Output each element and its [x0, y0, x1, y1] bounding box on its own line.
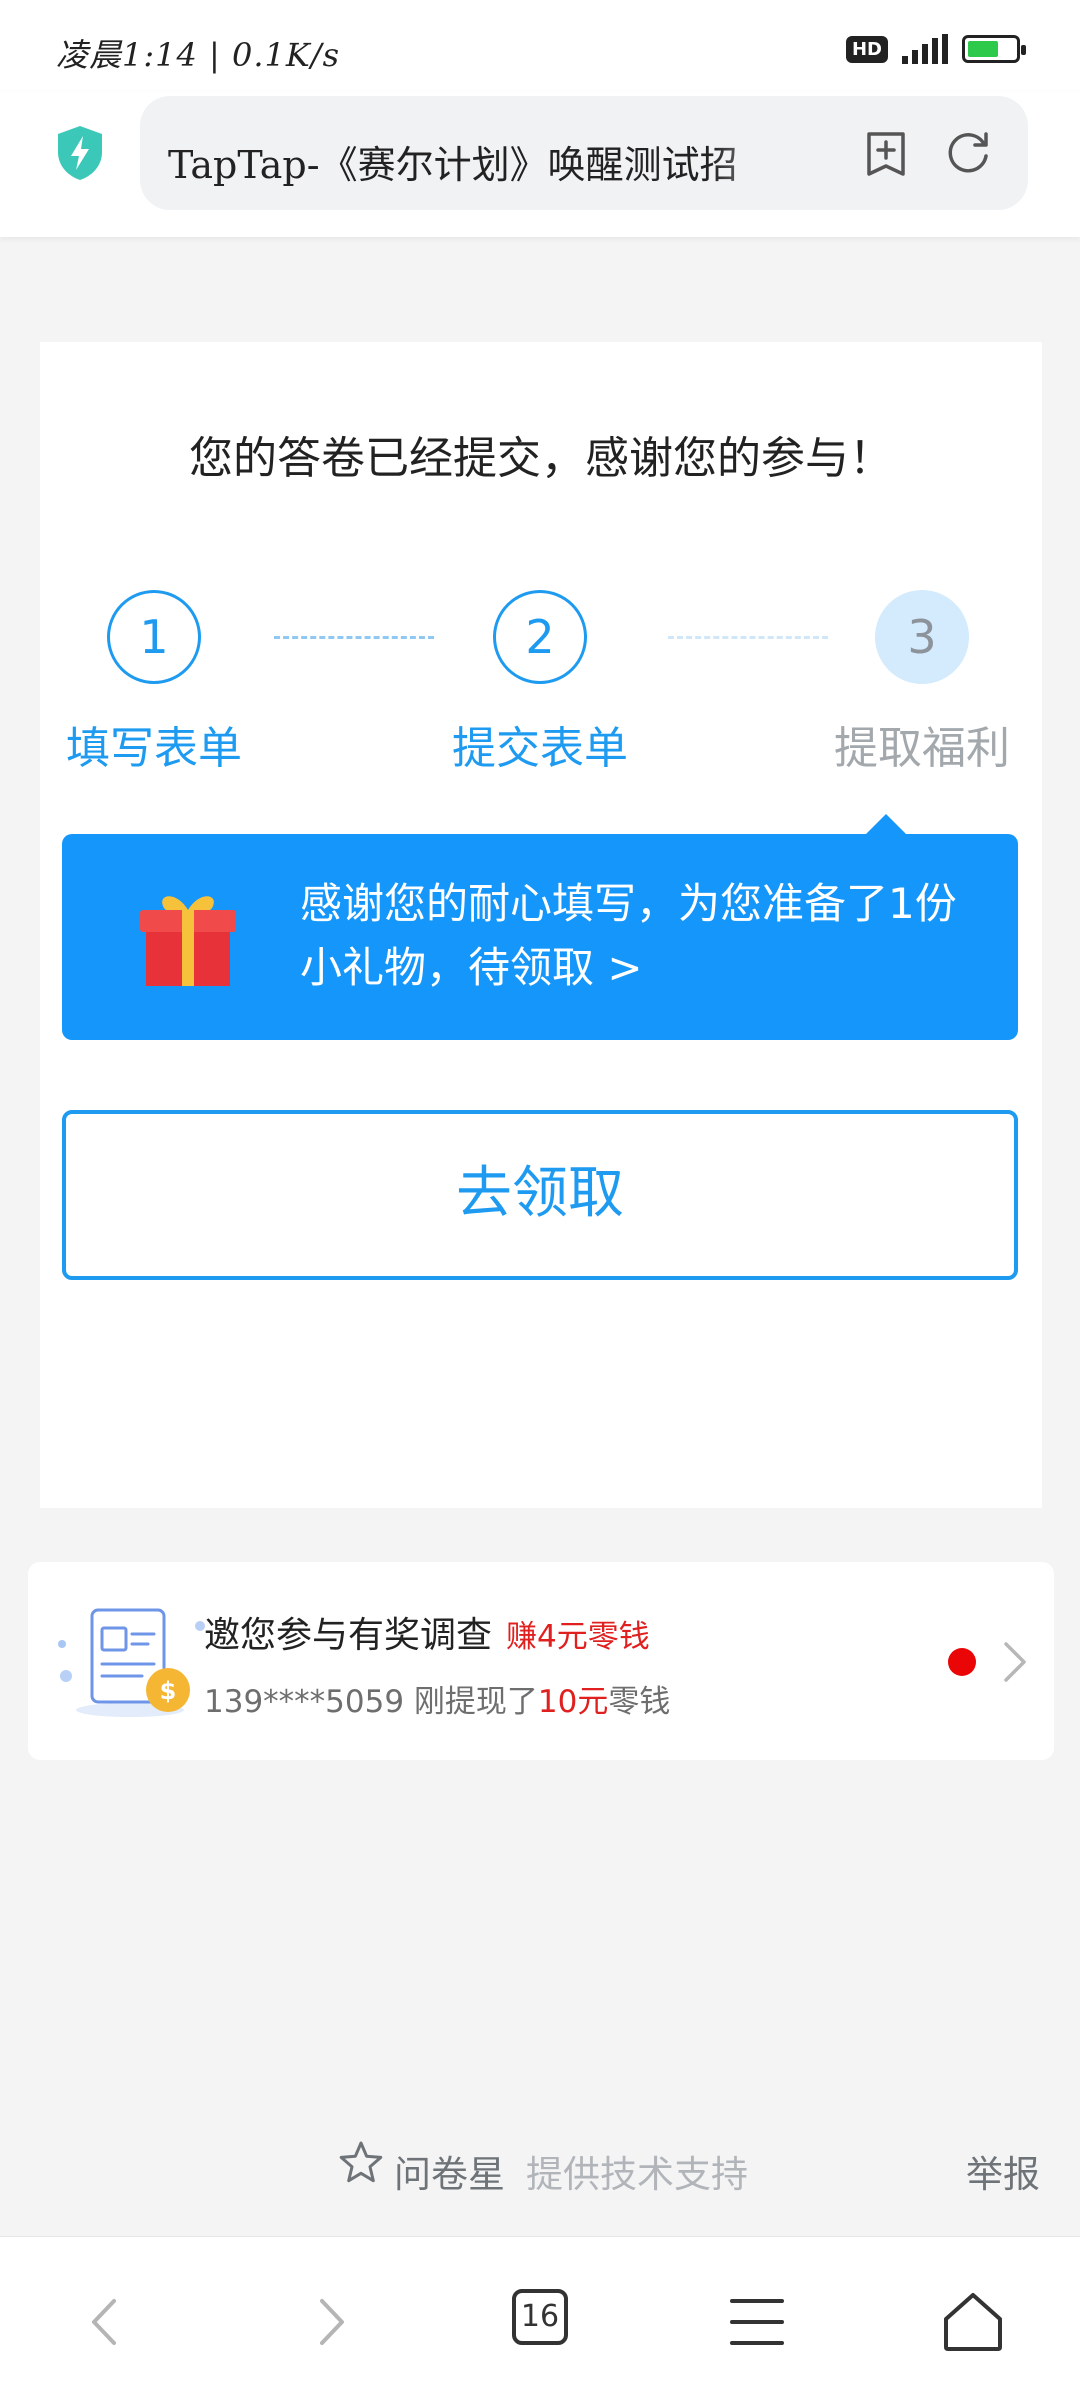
thanks-message: 您的答卷已经提交，感谢您的参与！ — [189, 433, 893, 484]
gift-icon — [140, 896, 236, 986]
step-submit-form: 2 提交表单 — [440, 590, 640, 776]
step-number: 3 — [875, 590, 969, 684]
status-bar: 凌晨1:14 | 0.1K/s HD — [0, 0, 1080, 92]
survey-title-text: 邀您参与有奖调查 — [204, 1615, 493, 1656]
report-link[interactable]: 举报 — [966, 2144, 1040, 2198]
chevron-right-icon[interactable] — [1000, 1640, 1030, 1684]
page-title[interactable]: TapTap-《赛尔计划》唤醒测试招 — [168, 134, 808, 189]
survey-document-icon: $ — [58, 1608, 205, 1717]
status-time: 凌晨1:14 | 0.1K/s — [56, 36, 340, 74]
step-label: 填写表单 — [66, 723, 242, 774]
earn-tag: 赚4元零钱 — [506, 1619, 650, 1655]
address-bar[interactable]: TapTap-《赛尔计划》唤醒测试招 — [140, 96, 1028, 210]
gift-message[interactable]: 感谢您的耐心填写，为您准备了1份小礼物，待领取 > — [300, 872, 990, 1000]
brand-link[interactable]: 问卷星 — [394, 2144, 505, 2198]
step-fill-form: 1 填写表单 — [54, 590, 254, 776]
home-icon[interactable] — [938, 2287, 1008, 2357]
notification-dot — [948, 1648, 976, 1676]
signal-icon — [902, 34, 948, 64]
step-claim-reward: 3 提取福利 — [822, 590, 1022, 776]
svg-text:$: $ — [160, 1677, 177, 1705]
star-icon — [339, 2141, 383, 2183]
step-number: 2 — [493, 590, 587, 684]
shield-icon[interactable] — [54, 124, 106, 182]
menu-icon[interactable] — [722, 2287, 792, 2357]
step-number: 1 — [107, 590, 201, 684]
status-icons: HD — [845, 34, 1026, 64]
withdraw-amount: 10元 — [537, 1684, 609, 1720]
browser-bottom-nav: 16 — [0, 2236, 1080, 2400]
survey-promo-card[interactable]: $ 邀您参与有奖调查 赚4元零钱 139****5059 刚提现了10元零钱 — [28, 1562, 1054, 1760]
hd-badge: HD — [845, 35, 888, 63]
survey-title[interactable]: 邀您参与有奖调查 赚4元零钱 — [204, 1606, 650, 1658]
page-footer: 问卷星 提供技术支持 举报 — [0, 2140, 1080, 2196]
gift-banner[interactable]: 感谢您的耐心填写，为您准备了1份小礼物，待领取 > — [62, 814, 1018, 1040]
step-connector — [668, 636, 828, 639]
step-label: 提取福利 — [834, 723, 1010, 774]
forward-icon[interactable] — [294, 2287, 364, 2357]
browser-toolbar: TapTap-《赛尔计划》唤醒测试招 — [0, 92, 1080, 237]
claim-button[interactable]: 去领取 — [62, 1110, 1018, 1280]
step-label: 提交表单 — [452, 723, 628, 774]
survey-subtitle: 139****5059 刚提现了10元零钱 — [204, 1676, 670, 1721]
battery-icon — [962, 35, 1026, 63]
step-connector — [274, 636, 434, 639]
tabs-button[interactable]: 16 — [512, 2289, 568, 2345]
withdraw-user: 139****5059 刚提现了 — [204, 1684, 538, 1720]
back-icon[interactable] — [72, 2287, 142, 2357]
withdraw-suffix: 零钱 — [608, 1684, 671, 1720]
add-bookmark-icon[interactable] — [864, 130, 908, 178]
result-card: 您的答卷已经提交，感谢您的参与！ 1 填写表单 2 提交表单 3 提取福利 感谢… — [40, 342, 1042, 1508]
reload-icon[interactable] — [946, 130, 992, 176]
support-text: 提供技术支持 — [526, 2153, 748, 2196]
